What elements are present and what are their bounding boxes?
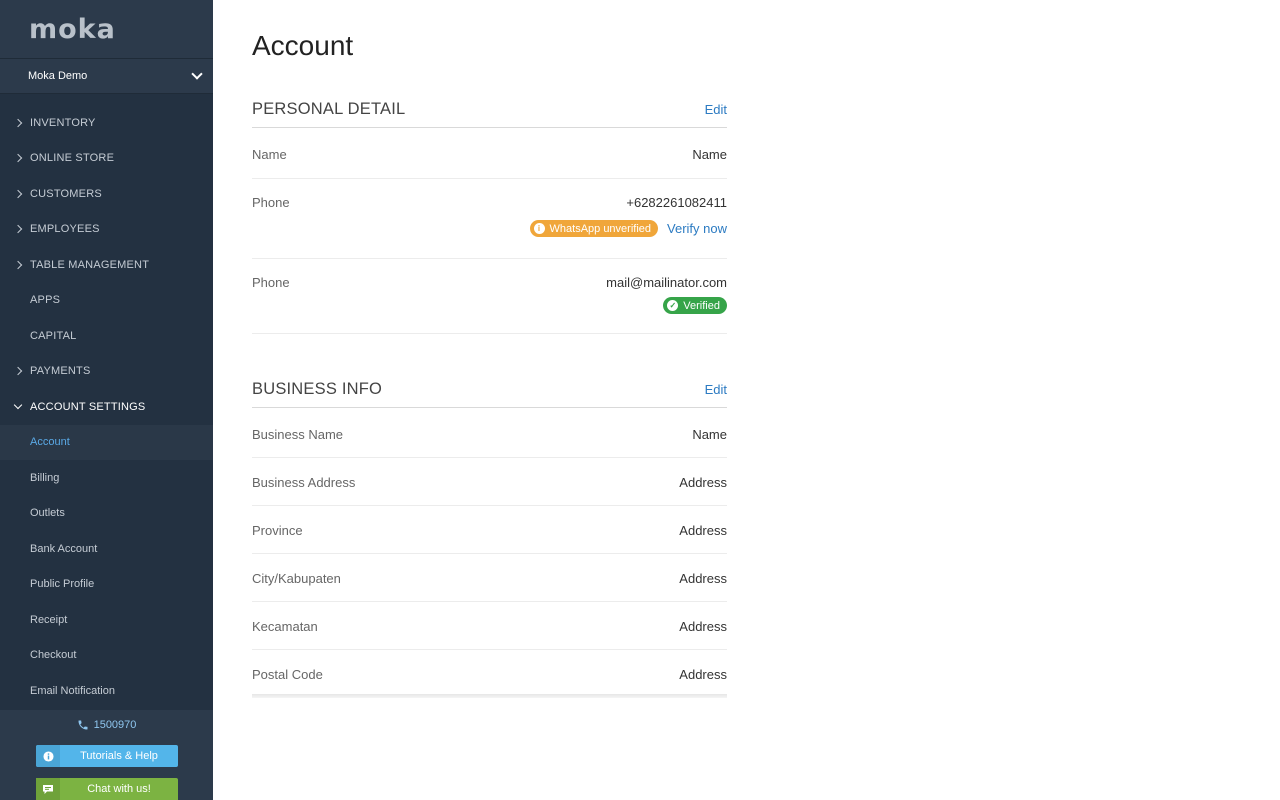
business-address-label: Business Address [252, 475, 356, 490]
postal-code-row: Postal Code Address [252, 650, 727, 694]
submenu-item-account[interactable]: Account [0, 424, 213, 460]
sidebar-item-label: ACCOUNT SETTINGS [30, 400, 146, 413]
chevron-down-icon [13, 402, 23, 412]
tutorials-help-button[interactable]: Tutorials & Help [36, 745, 178, 767]
chevron-right-icon [13, 224, 23, 234]
sidebar-item-label: ONLINE STORE [30, 152, 115, 165]
submenu-item-email-notification[interactable]: Email Notification [0, 673, 213, 709]
personal-detail-title: PERSONAL DETAIL [252, 100, 406, 118]
kecamatan-row: Kecamatan Address [252, 602, 727, 650]
moka-logo[interactable]: moka [29, 14, 116, 45]
whatsapp-unverified-badge: i WhatsApp unverified [529, 220, 659, 237]
sidebar-item-label: APPS [30, 294, 61, 307]
kecamatan-label: Kecamatan [252, 619, 318, 634]
sidebar-item-customers[interactable]: CUSTOMERS [0, 176, 213, 212]
business-edit-link[interactable]: Edit [705, 382, 727, 399]
kecamatan-value: Address [679, 619, 727, 634]
chevron-down-icon [191, 68, 203, 80]
business-info-header: BUSINESS INFO Edit [252, 380, 727, 408]
submenu-item-bank-account[interactable]: Bank Account [0, 531, 213, 567]
page-title: Account [252, 30, 354, 61]
chevron-right-icon [13, 366, 23, 376]
sidebar-item-label: INVENTORY [30, 116, 96, 129]
sidebar-footer: 1500970 Tutorials & Help Chat with us! [0, 710, 213, 800]
sidebar-item-online-store[interactable]: ONLINE STORE [0, 141, 213, 177]
postal-code-label: Postal Code [252, 667, 323, 682]
city-label: City/Kabupaten [252, 571, 341, 586]
phone-label: Phone [252, 195, 290, 210]
info-icon [36, 745, 60, 767]
name-row: Name Name [252, 128, 727, 179]
chevron-right-icon [13, 189, 23, 199]
business-address-row: Business Address Address [252, 458, 727, 506]
chevron-right-icon [13, 118, 23, 128]
email-value: mail@mailinator.com [606, 275, 727, 290]
sidebar: moka Moka Demo INVENTORY ONLINE STORE CU… [0, 0, 213, 800]
submenu-item-receipt[interactable]: Receipt [0, 602, 213, 638]
sidebar-item-payments[interactable]: PAYMENTS [0, 354, 213, 390]
name-value: Name [692, 147, 727, 162]
business-address-value: Address [679, 475, 727, 490]
province-label: Province [252, 523, 303, 538]
city-value: Address [679, 571, 727, 586]
submenu-item-public-profile[interactable]: Public Profile [0, 567, 213, 603]
sidebar-item-apps[interactable]: APPS [0, 283, 213, 319]
business-name-value: Name [692, 427, 727, 442]
submenu-item-billing[interactable]: Billing [0, 460, 213, 496]
chat-label: Chat with us! [87, 783, 151, 795]
phone-value: +6282261082411 [626, 195, 727, 210]
sidebar-item-label: PAYMENTS [30, 365, 91, 378]
business-info-title: BUSINESS INFO [252, 380, 383, 398]
sidebar-item-label: CUSTOMERS [30, 187, 102, 200]
sidebar-item-inventory[interactable]: INVENTORY [0, 105, 213, 141]
province-row: Province Address [252, 506, 727, 554]
submenu-item-checkout[interactable]: Checkout [0, 638, 213, 674]
sidebar-item-label: CAPITAL [30, 329, 77, 342]
email-row: Phone mail@mailinator.com ✓ Verified [252, 259, 727, 334]
postal-code-value: Address [679, 667, 727, 682]
main-content: Account PERSONAL DETAIL Edit Name Name P… [252, 0, 727, 698]
outlet-name: Moka Demo [28, 70, 88, 82]
whatsapp-unverified-text: WhatsApp unverified [549, 222, 652, 235]
support-phone-number: 1500970 [93, 719, 137, 731]
name-label: Name [252, 147, 287, 162]
chevron-right-icon [13, 153, 23, 163]
section-bottom-edge [252, 694, 727, 698]
verify-now-link[interactable]: Verify now [667, 221, 727, 236]
support-phone[interactable]: 1500970 [0, 719, 213, 731]
outlet-selector[interactable]: Moka Demo [0, 58, 213, 94]
business-name-row: Business Name Name [252, 408, 727, 458]
check-icon: ✓ [667, 300, 679, 311]
sidebar-menu: INVENTORY ONLINE STORE CUSTOMERS EMPLOYE… [0, 105, 213, 709]
phone-row: Phone +6282261082411 i WhatsApp unverifi… [252, 179, 727, 259]
sidebar-item-table-management[interactable]: TABLE MANAGEMENT [0, 247, 213, 283]
sidebar-item-employees[interactable]: EMPLOYEES [0, 212, 213, 248]
info-icon: i [533, 223, 545, 234]
province-value: Address [679, 523, 727, 538]
tutorials-help-label: Tutorials & Help [80, 750, 158, 762]
chat-button[interactable]: Chat with us! [36, 778, 178, 800]
city-row: City/Kabupaten Address [252, 554, 727, 602]
verified-badge: ✓ Verified [663, 297, 727, 314]
logo-area: moka [0, 0, 213, 58]
verified-text: Verified [683, 299, 720, 312]
sidebar-item-account-settings[interactable]: ACCOUNT SETTINGS [0, 389, 213, 425]
chat-icon [36, 778, 60, 800]
business-name-label: Business Name [252, 427, 344, 442]
sidebar-item-label: TABLE MANAGEMENT [30, 258, 150, 271]
submenu-item-outlets[interactable]: Outlets [0, 496, 213, 532]
personal-detail-header: PERSONAL DETAIL Edit [252, 100, 727, 128]
phone-icon [78, 720, 88, 730]
sidebar-item-label: EMPLOYEES [30, 223, 100, 236]
sidebar-item-capital[interactable]: CAPITAL [0, 318, 213, 354]
email-label: Phone [252, 275, 290, 290]
chevron-right-icon [13, 260, 23, 270]
personal-edit-link[interactable]: Edit [705, 102, 727, 119]
